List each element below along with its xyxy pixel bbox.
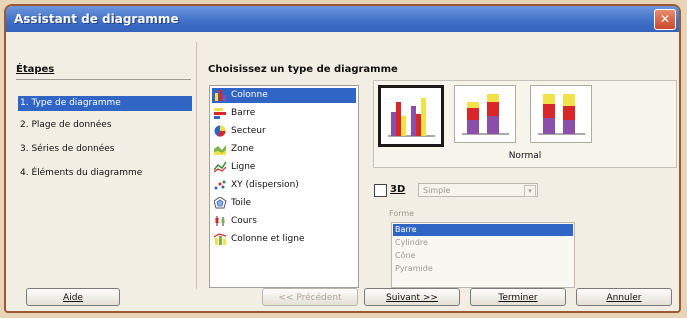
three-d-checkbox[interactable] bbox=[374, 184, 387, 197]
chart-type-list[interactable]: Colonne Barre Secteur Zone Ligne XY (dis… bbox=[209, 85, 359, 288]
steps-panel: Étapes 1. Type de diagramme 2. Plage de … bbox=[16, 42, 197, 289]
chart-type-scatter[interactable]: XY (dispersion) bbox=[212, 178, 356, 193]
help-button[interactable]: Aide bbox=[26, 288, 120, 306]
chart-type-column[interactable]: Colonne bbox=[212, 88, 356, 103]
chevron-down-icon[interactable]: ▾ bbox=[524, 185, 536, 197]
variant-label: Normal bbox=[508, 151, 542, 161]
column-line-chart-icon bbox=[213, 233, 227, 245]
shape-cylinder[interactable]: Cylindre bbox=[393, 237, 573, 249]
chart-type-heading: Choisissez un type de diagramme bbox=[208, 64, 398, 75]
finish-button[interactable]: Terminer bbox=[470, 288, 566, 306]
normal-column-variant[interactable] bbox=[378, 85, 444, 147]
cancel-button[interactable]: Annuler bbox=[576, 288, 672, 306]
shape-bar[interactable]: Barre bbox=[393, 224, 573, 236]
three-d-label: 3D bbox=[390, 184, 406, 195]
pie-chart-icon bbox=[214, 125, 227, 137]
next-button[interactable]: Suivant >> bbox=[364, 288, 460, 306]
area-chart-icon bbox=[214, 143, 227, 155]
stacked-column-variant[interactable] bbox=[454, 85, 516, 143]
previous-button[interactable]: << Précédent bbox=[262, 288, 358, 306]
chart-type-column-line[interactable]: Colonne et ligne bbox=[212, 232, 356, 247]
chart-type-bar[interactable]: Barre bbox=[212, 106, 356, 121]
chart-wizard-dialog: Assistant de diagramme ✕ Étapes 1. Type … bbox=[4, 4, 681, 313]
bar-chart-icon bbox=[214, 107, 227, 119]
chart-type-line[interactable]: Ligne bbox=[212, 160, 356, 175]
shape-list[interactable]: Barre Cylindre Cône Pyramide bbox=[391, 222, 575, 288]
line-chart-icon bbox=[213, 161, 227, 173]
percent-stacked-column-variant[interactable] bbox=[530, 85, 592, 143]
title-bar[interactable]: Assistant de diagramme ✕ bbox=[6, 6, 679, 32]
chart-type-net[interactable]: Toile bbox=[212, 196, 356, 211]
chart-type-pie[interactable]: Secteur bbox=[212, 124, 356, 139]
net-chart-icon bbox=[213, 196, 227, 209]
three-d-mode-value: Simple bbox=[423, 186, 451, 195]
column-chart-icon bbox=[214, 89, 227, 101]
shape-cone[interactable]: Cône bbox=[393, 250, 573, 262]
scatter-chart-icon bbox=[214, 179, 227, 191]
step-data-series[interactable]: 3. Séries de données bbox=[18, 142, 192, 157]
step-data-range[interactable]: 2. Plage de données bbox=[18, 118, 192, 133]
chart-type-stock[interactable]: Cours bbox=[212, 214, 356, 229]
stock-chart-icon bbox=[214, 215, 227, 227]
step-chart-elements[interactable]: 4. Éléments du diagramme bbox=[18, 166, 192, 181]
close-button[interactable]: ✕ bbox=[654, 9, 676, 30]
chart-variants-panel: Normal bbox=[373, 80, 677, 168]
shape-label: Forme bbox=[389, 209, 415, 218]
steps-title: Étapes bbox=[16, 64, 191, 80]
step-chart-type[interactable]: 1. Type de diagramme bbox=[18, 96, 192, 111]
chart-type-area[interactable]: Zone bbox=[212, 142, 356, 157]
window-title: Assistant de diagramme bbox=[14, 12, 179, 26]
three-d-mode-select[interactable]: Simple ▾ bbox=[418, 183, 538, 197]
shape-pyramid[interactable]: Pyramide bbox=[393, 263, 573, 275]
